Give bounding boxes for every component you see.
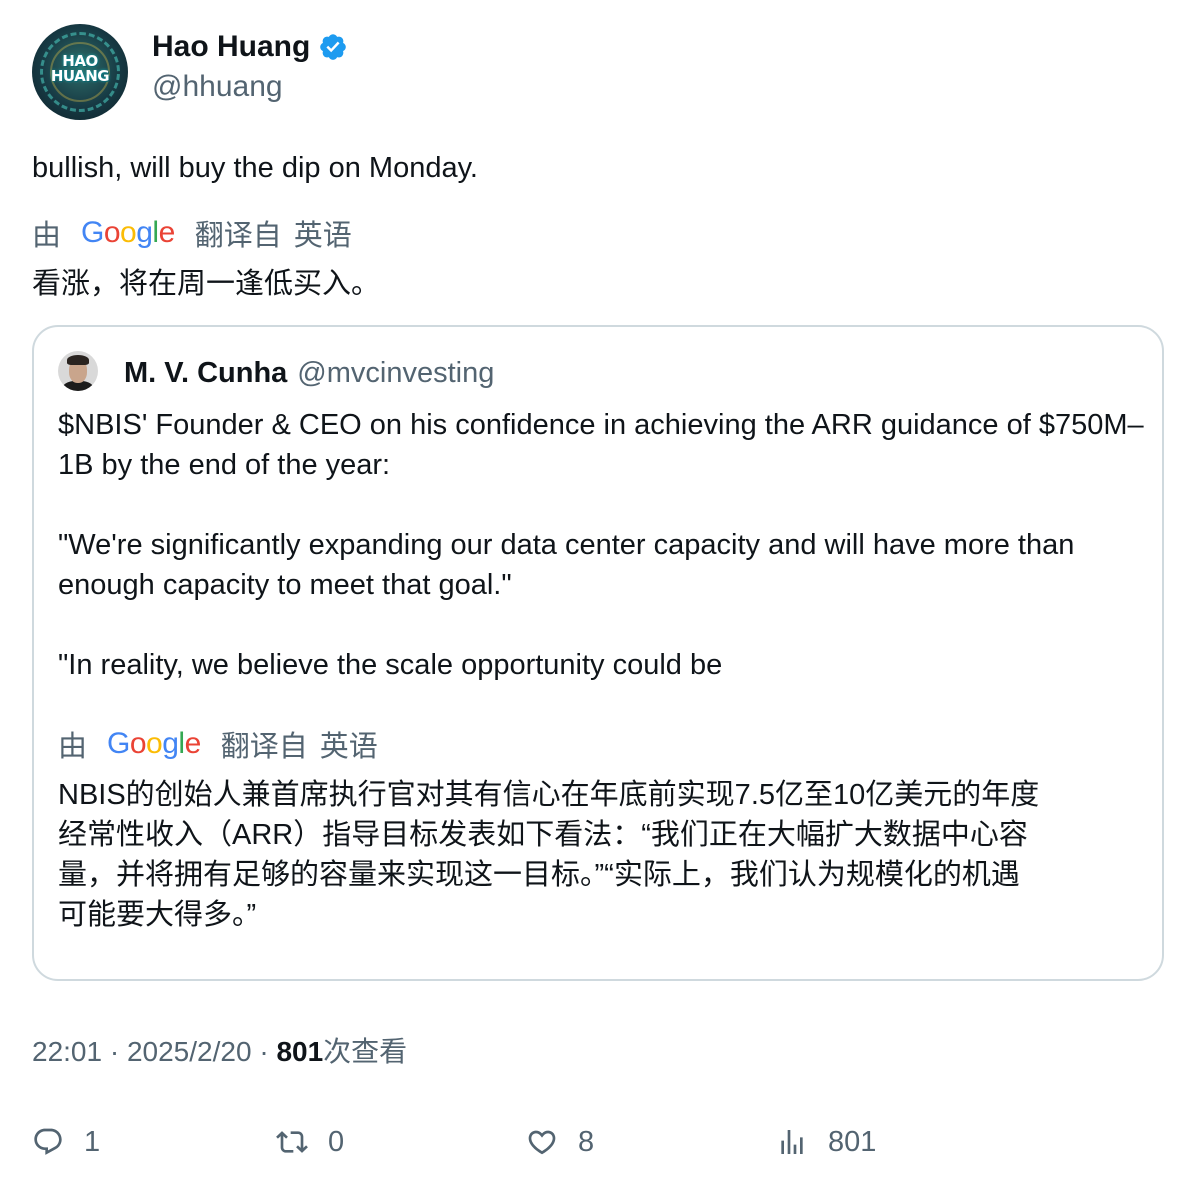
quoted-paragraph: "In reality, we believe the scale opport… xyxy=(58,649,723,681)
quoted-author-avatar[interactable] xyxy=(58,351,98,391)
like-button[interactable]: 8 xyxy=(526,1118,594,1166)
tweet-meta: 22:01 · 2025/2/20 · 801次查看 xyxy=(32,1034,407,1070)
tweet-header: HAO HUANG Hao Huang @hhuang xyxy=(32,24,1132,120)
analytics-icon xyxy=(781,1130,803,1154)
source-language: 英语 xyxy=(293,220,352,252)
retweet-count: 0 xyxy=(328,1125,345,1158)
meta-separator: · xyxy=(102,1036,127,1067)
translated-line: NBIS的创始人兼首席执行官对其有信心在年底前实现7.5亿至10亿美元的年度 xyxy=(58,779,1040,811)
quoted-paragraph: $NBIS' Founder & CEO on his confidence i… xyxy=(58,409,1144,481)
translation-by-label: 由 xyxy=(32,220,62,252)
quoted-translation-attribution: 由 Google 翻译自 英语 xyxy=(58,723,378,765)
action-bar: 1 0 8 801 xyxy=(32,1118,1132,1166)
heart-icon xyxy=(528,1130,556,1155)
views-count: 801 xyxy=(276,1036,324,1067)
views-label: 次查看 xyxy=(323,1036,408,1067)
retweet-icon xyxy=(276,1131,308,1153)
quoted-author-handle[interactable]: @mvcinvesting xyxy=(297,355,494,391)
like-count: 8 xyxy=(578,1125,595,1158)
meta-separator: · xyxy=(251,1036,277,1067)
tweet-text: bullish, will buy the dip on Monday. xyxy=(32,152,478,184)
translation-attribution: 由 Google 翻译自 英语 xyxy=(32,212,352,254)
google-logo: Google xyxy=(81,216,175,249)
translated-tweet-text: 看涨，将在周一逢低买入。 xyxy=(32,268,381,300)
views-button[interactable]: 801 xyxy=(776,1118,876,1166)
google-logo: Google xyxy=(107,727,201,760)
author-name[interactable]: Hao Huang xyxy=(152,30,310,64)
avatar-hair-shape xyxy=(67,355,89,365)
quoted-author-name[interactable]: M. V. Cunha xyxy=(124,355,287,391)
translated-line: 经常性收入（ARR）指导目标发表如下看法：“我们正在大幅扩大数据中心容 xyxy=(58,819,1028,851)
quoted-paragraph: "We're significantly expanding our data … xyxy=(58,529,1083,601)
views-action-count: 801 xyxy=(828,1125,877,1158)
tweet-date[interactable]: 2025/2/20 xyxy=(127,1036,252,1067)
quoted-author-row: M. V. Cunha @mvcinvesting xyxy=(124,355,494,391)
quoted-translated-text: NBIS的创始人兼首席执行官对其有信心在年底前实现7.5亿至10亿美元的年度 经… xyxy=(58,775,1148,935)
translated-line: 可能要大得多。” xyxy=(58,899,257,931)
author-name-row: Hao Huang xyxy=(152,30,348,64)
quoted-tweet-card[interactable]: M. V. Cunha @mvcinvesting $NBIS' Founder… xyxy=(32,325,1164,981)
translated-line: 量，并将拥有足够的容量来实现这一目标。”“实际上，我们认为规模化的机遇 xyxy=(58,859,1020,891)
author-handle[interactable]: @hhuang xyxy=(152,70,283,104)
quoted-tweet-text: $NBIS' Founder & CEO on his confidence i… xyxy=(58,405,1148,685)
reply-button[interactable]: 1 xyxy=(32,1118,100,1166)
avatar-text: HAO HUANG xyxy=(50,52,110,85)
reply-count: 1 xyxy=(84,1125,101,1158)
translation-by-label: 由 xyxy=(58,731,88,763)
source-language: 英语 xyxy=(319,731,378,763)
translated-from-label: 翻译自 xyxy=(220,731,308,763)
reply-icon xyxy=(34,1128,62,1155)
author-avatar[interactable]: HAO HUANG xyxy=(32,24,128,120)
tweet-time[interactable]: 22:01 xyxy=(32,1036,102,1067)
translated-from-label: 翻译自 xyxy=(194,220,282,252)
verified-badge-icon[interactable] xyxy=(318,32,348,62)
retweet-button[interactable]: 0 xyxy=(276,1118,344,1166)
